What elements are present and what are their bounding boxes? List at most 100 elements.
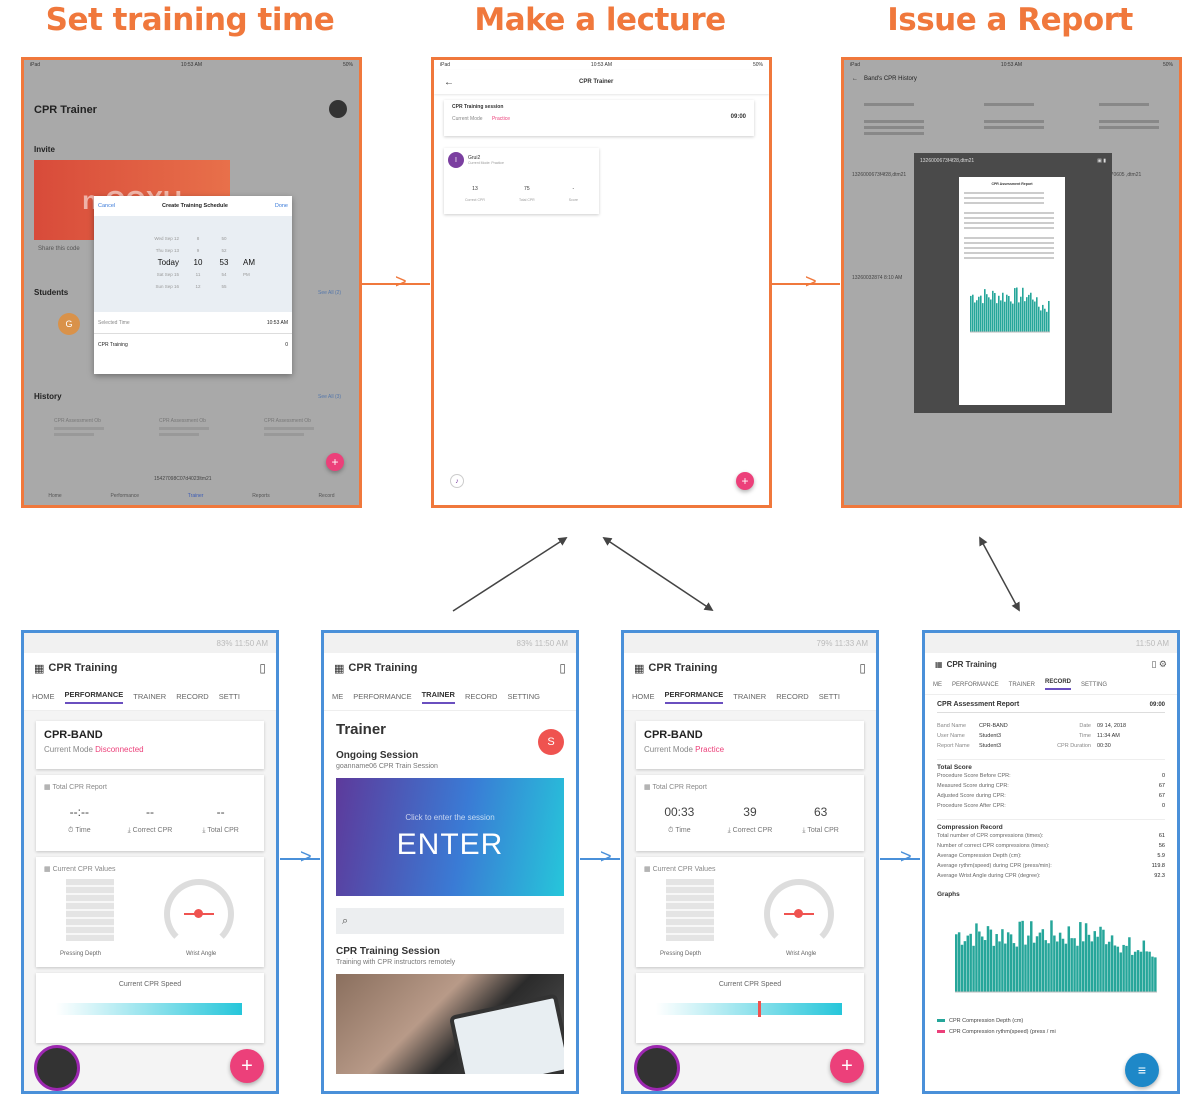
video-avatar[interactable] xyxy=(634,1045,680,1091)
legend-item: CPR Compression rythm(speed) (press / mi xyxy=(937,1026,1165,1037)
app-header: ▦ CPR Training ▯ xyxy=(24,653,276,683)
info-value-2: 09 14, 2018 xyxy=(1097,723,1127,729)
graph-bar xyxy=(1090,941,1094,992)
graph-bar xyxy=(1099,926,1102,992)
list-item-value: 61 xyxy=(1158,833,1165,839)
list-item-value: 0 xyxy=(1161,773,1165,779)
info-key: Report Name xyxy=(937,743,970,749)
tab-record[interactable]: RECORD xyxy=(1045,679,1072,690)
enter-session-button[interactable]: Click to enter the session ENTER xyxy=(336,778,564,896)
graph-bar xyxy=(1009,934,1013,992)
app-header: ▦ CPR Training ▯ xyxy=(324,653,576,683)
graph-bar xyxy=(1128,937,1131,992)
stat-label: Time xyxy=(75,827,91,834)
info-value-2: 11:34 AM xyxy=(1097,733,1120,739)
search-input[interactable]: ⌕ xyxy=(336,908,564,934)
app-header: ▦ CPR Training ▯ ⚙ xyxy=(925,653,1177,675)
watch-icon[interactable]: ▯ xyxy=(259,661,266,675)
phone-performance-disconnected: 83% 11:50 AM ▦ CPR Training ▯ HOME PERFORMA… xyxy=(21,630,279,1094)
graph-bar xyxy=(1151,956,1154,992)
list-fab-button[interactable]: ≡ xyxy=(1125,1053,1159,1087)
graph-bar xyxy=(1047,943,1050,992)
app-logo-icon: ▦ xyxy=(34,662,45,675)
graph-bar xyxy=(1084,923,1088,992)
graph-bar xyxy=(1038,932,1042,992)
training-session-photo[interactable] xyxy=(336,974,564,1074)
stat-value: -- xyxy=(145,805,154,819)
add-fab-button[interactable]: + xyxy=(830,1049,864,1083)
legend-item: CPR Compression Depth (cm) xyxy=(937,1015,1165,1026)
tab-trainer[interactable]: TRAINER xyxy=(421,690,455,704)
current-values-label: Current CPR Values xyxy=(52,866,116,873)
connector-ipad2-phone3 xyxy=(602,537,714,611)
app-title: CPR Training xyxy=(946,659,997,669)
graph-bar xyxy=(1064,943,1068,992)
tab-performance[interactable]: PERFORMANCE xyxy=(353,692,411,701)
info-key: User Name xyxy=(937,733,965,739)
tab-bar: HOME PERFORMANCE TRAINER RECORD SETTI xyxy=(24,683,276,711)
tab-record[interactable]: RECORD xyxy=(176,692,209,701)
graph-bar xyxy=(1110,935,1114,992)
list-item-key: Procedure Score After CPR: xyxy=(937,803,1006,809)
pressing-depth-label: Pressing Depth xyxy=(660,951,702,957)
list-item-key: Total number of CPR compressions (times)… xyxy=(937,833,1044,839)
graph-bar xyxy=(1050,920,1053,992)
watch-icon[interactable]: ▯ xyxy=(859,661,866,675)
stat-label-row: ⤓ Correct CPR xyxy=(720,827,780,835)
add-fab-button[interactable]: + xyxy=(230,1049,264,1083)
device-card[interactable]: CPR-BAND Current Mode Disconnected xyxy=(36,721,264,769)
watch-icon[interactable]: ▯ ⚙ xyxy=(1151,659,1167,670)
tab-record[interactable]: RECORD xyxy=(776,692,809,701)
stat-label-row: ⏱ Time xyxy=(49,827,109,835)
trainer-avatar[interactable]: S xyxy=(538,729,564,755)
list-item: Procedure Score Before CPR: 0 xyxy=(937,771,1165,781)
connector-phone2-to-ipad2 xyxy=(452,537,568,612)
tab-setting[interactable]: SETTING xyxy=(1081,682,1107,688)
graph-bar xyxy=(966,935,970,992)
graph-bar xyxy=(1041,929,1045,992)
graph-bar xyxy=(1004,943,1007,992)
info-key-2: CPR Duration xyxy=(1057,743,1091,749)
graph-bar xyxy=(1107,941,1111,992)
stat-item: -- ⤓ Correct CPR xyxy=(120,805,180,835)
graph-bar xyxy=(1053,935,1056,992)
info-value: CPR-BAND xyxy=(979,723,1008,729)
watch-icon[interactable]: ▯ xyxy=(559,661,566,675)
list-item: Number of correct CPR compressions (time… xyxy=(937,841,1165,851)
current-values-label: Current CPR Values xyxy=(652,866,716,873)
graph-bar xyxy=(1021,920,1024,992)
tab-setti[interactable]: SETTI xyxy=(219,692,240,701)
graph-bar xyxy=(1102,929,1105,992)
tab-me[interactable]: ME xyxy=(933,682,942,688)
status-time: 11:33 AM xyxy=(834,638,868,648)
app-logo-icon: ▦ xyxy=(334,662,345,675)
tab-trainer[interactable]: TRAINER xyxy=(733,692,766,701)
tab-record[interactable]: RECORD xyxy=(465,692,498,701)
graph-bar xyxy=(955,934,958,992)
graph-bar xyxy=(1061,938,1065,992)
tab-home[interactable]: HOME xyxy=(32,692,55,701)
graph-bar xyxy=(1027,935,1030,992)
report-info: Band Name CPR-BAND Date 09 14, 2018 User Nam… xyxy=(937,721,1165,751)
tab-home[interactable]: HOME xyxy=(632,692,655,701)
wrist-angle-label: Wrist Angle xyxy=(786,951,817,957)
app-header: ▦ CPR Training ▯ xyxy=(624,653,876,683)
tab-setting[interactable]: SETTING xyxy=(507,692,540,701)
stat-item: --:-- ⏱ Time xyxy=(49,805,109,835)
video-avatar[interactable] xyxy=(34,1045,80,1091)
gauge-dot xyxy=(194,909,203,918)
tab-trainer[interactable]: TRAINER xyxy=(1009,682,1035,688)
tab-trainer[interactable]: TRAINER xyxy=(133,692,166,701)
stat-label-row: ⤓ Total CPR xyxy=(191,827,251,835)
graph-bar xyxy=(998,941,1001,992)
tab-performance[interactable]: PERFORMANCE xyxy=(64,690,124,704)
tab-setti[interactable]: SETTI xyxy=(819,692,840,701)
tab-me[interactable]: ME xyxy=(332,692,343,701)
graph-bar xyxy=(1139,951,1143,992)
tab-performance[interactable]: PERFORMANCE xyxy=(664,690,724,704)
graph-bar xyxy=(980,936,984,992)
graph-bar xyxy=(1148,951,1151,992)
tab-performance[interactable]: PERFORMANCE xyxy=(952,682,999,688)
device-card[interactable]: CPR-BAND Current Mode Practice xyxy=(636,721,864,769)
info-value-2: 00:30 xyxy=(1097,743,1111,749)
